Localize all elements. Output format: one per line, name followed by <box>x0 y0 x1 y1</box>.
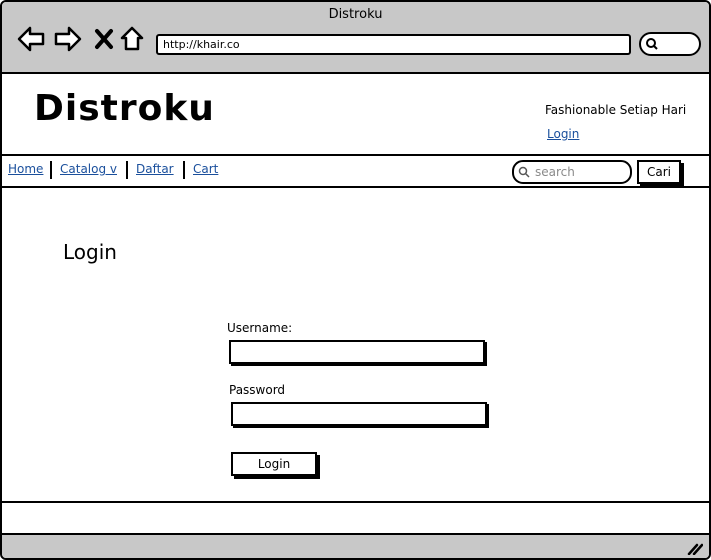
search-icon <box>646 38 658 50</box>
login-submit-button[interactable]: Login <box>231 452 317 476</box>
back-arrow-icon[interactable] <box>16 24 46 54</box>
username-label: Username: <box>227 321 293 335</box>
home-icon[interactable] <box>118 24 148 54</box>
nav-item-home[interactable]: Home <box>8 162 43 176</box>
search-icon <box>518 166 530 178</box>
window-title: Distroku <box>328 7 383 22</box>
site-search-input[interactable]: search <box>512 160 632 184</box>
close-x-icon[interactable] <box>90 24 120 54</box>
nav-bar: Home Catalog v Daftar Cart search Cari <box>2 154 709 188</box>
search-placeholder: search <box>535 165 575 179</box>
brand-logo: Distroku <box>34 88 215 129</box>
tagline: Fashionable Setiap Hari <box>545 103 687 117</box>
browser-search-field[interactable] <box>639 32 701 56</box>
browser-window: Distroku http://khair.co Distroku Fashio… <box>0 0 711 560</box>
nav-item-cart[interactable]: Cart <box>193 162 218 176</box>
footer-divider <box>2 501 709 503</box>
forward-arrow-icon[interactable] <box>53 24 83 54</box>
status-bar <box>2 533 709 558</box>
password-field[interactable] <box>231 402 487 426</box>
nav-item-daftar[interactable]: Daftar <box>136 162 174 176</box>
nav-divider <box>126 161 128 179</box>
password-label: Password <box>229 383 286 397</box>
nav-item-catalog[interactable]: Catalog v <box>60 162 117 176</box>
resize-grip-icon[interactable] <box>687 543 703 555</box>
search-button[interactable]: Cari <box>637 160 681 184</box>
header-login-link[interactable]: Login <box>547 127 579 141</box>
address-bar[interactable]: http://khair.co <box>156 34 631 55</box>
page-title: Login <box>63 240 117 264</box>
username-field[interactable] <box>229 340 485 364</box>
nav-divider <box>183 161 185 179</box>
browser-toolbar: Distroku http://khair.co <box>2 2 709 74</box>
nav-divider <box>50 161 52 179</box>
